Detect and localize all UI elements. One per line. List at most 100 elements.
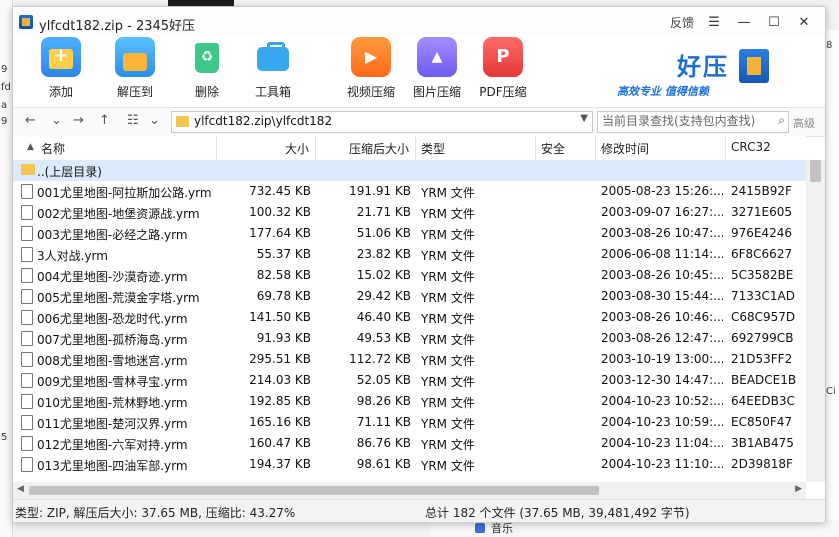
table-row[interactable]: 007尤里地图-孤桥海岛.yrm 91.93 KB 49.53 KB YRM 文件 20…	[13, 328, 806, 349]
file-size: 177.64 KB	[249, 226, 311, 240]
file-modified: 2003-12-30 14:47:...	[601, 373, 723, 387]
maximize-button[interactable]: ☐	[761, 13, 787, 33]
table-row[interactable]: 011尤里地图-楚河汉界.yrm 165.16 KB 71.11 KB YRM 文件 2…	[13, 412, 806, 433]
back-arrow-icon[interactable]: ←	[25, 113, 36, 128]
file-icon	[21, 415, 33, 430]
file-packed-size: 15.02 KB	[356, 268, 411, 282]
minimize-button[interactable]: —	[731, 13, 757, 33]
brand-name: 好压	[677, 53, 729, 81]
column-divider[interactable]	[415, 136, 416, 160]
table-row[interactable]: 001尤里地图-阿拉斯加公路.yrm 732.45 KB 191.91 KB YRM …	[13, 181, 806, 202]
image-compress-button[interactable]: 图片压缩	[407, 37, 467, 100]
toolbox-button[interactable]: 工具箱	[243, 37, 303, 100]
column-divider[interactable]	[535, 136, 536, 160]
music-icon	[475, 523, 485, 533]
add-button[interactable]: 添加	[31, 37, 91, 100]
file-type: YRM 文件	[421, 396, 475, 410]
search-icon[interactable]: ⌕	[778, 113, 785, 128]
file-name: 006尤里地图-恐龙时代.yrm	[37, 312, 188, 326]
search-input[interactable]	[598, 112, 766, 130]
current-path: ylfcdt182.zip\ylfcdt182	[194, 114, 333, 128]
video-compress-button[interactable]: 视频压缩	[341, 37, 401, 100]
title-bar[interactable]: ylfcdt182.zip - 2345好压 反馈 ☰ — ☐ ✕	[13, 7, 825, 37]
history-dropdown-icon[interactable]: ⌄	[51, 113, 62, 128]
column-divider[interactable]	[595, 136, 596, 160]
close-button[interactable]: ✕	[791, 13, 817, 33]
file-modified: 2004-10-23 10:52:...	[601, 394, 723, 408]
background-glyph: a	[1, 100, 8, 111]
background-glyph: Ci	[826, 386, 836, 397]
scroll-right-icon[interactable]: ▶	[795, 484, 802, 494]
horizontal-scrollbar[interactable]: ◀ ▶	[13, 482, 806, 499]
file-size: 55.37 KB	[256, 247, 311, 261]
taskbar-music-item[interactable]: 音乐	[475, 520, 513, 536]
file-name: 012尤里地图-六军对持.yrm	[37, 438, 188, 452]
horizontal-scroll-thumb[interactable]	[29, 486, 599, 495]
file-packed-size: 21.71 KB	[356, 205, 411, 219]
column-size[interactable]: 大小	[285, 140, 309, 157]
forward-arrow-icon[interactable]: →	[73, 113, 84, 128]
file-packed-size: 86.76 KB	[356, 436, 411, 450]
delete-icon	[187, 37, 227, 77]
path-dropdown-icon[interactable]: ▼	[580, 113, 588, 124]
file-type: YRM 文件	[421, 312, 475, 326]
vertical-scroll-thumb[interactable]	[810, 160, 821, 182]
status-bar: 类型: ZIP, 解压后大小: 37.65 MB, 压缩比: 43.27% 总计…	[13, 499, 825, 522]
parent-directory-row[interactable]: ..(上层目录)	[13, 160, 806, 181]
file-size: 91.93 KB	[256, 331, 311, 345]
menu-icon[interactable]: ☰	[701, 13, 727, 33]
column-name[interactable]: 名称	[41, 140, 65, 157]
file-type: YRM 文件	[421, 186, 475, 200]
file-list: ▲ 名称 大小 压缩后大小 类型 安全 修改时间 CRC32 ..(上层目录) …	[13, 136, 806, 482]
file-type: YRM 文件	[421, 228, 475, 242]
column-divider[interactable]	[315, 136, 316, 160]
file-packed-size: 51.06 KB	[356, 226, 411, 240]
table-row[interactable]: 008尤里地图-雪地迷宫.yrm 295.51 KB 112.72 KB YRM 文件…	[13, 349, 806, 370]
file-icon	[21, 394, 33, 409]
table-row[interactable]: 012尤里地图-六军对持.yrm 160.47 KB 86.76 KB YRM 文件 2…	[13, 433, 806, 454]
column-security[interactable]: 安全	[541, 140, 565, 157]
file-crc32: BEADCE1B	[731, 373, 797, 387]
column-type[interactable]: 类型	[421, 140, 445, 157]
column-crc32[interactable]: CRC32	[731, 140, 771, 154]
table-row[interactable]: 004尤里地图-沙漠奇迹.yrm 82.58 KB 15.02 KB YRM 文件 20…	[13, 265, 806, 286]
table-row[interactable]: 3人对战.yrm 55.37 KB 23.82 KB YRM 文件 2006-06-08…	[13, 244, 806, 265]
file-size: 82.58 KB	[256, 268, 311, 282]
folder-icon	[176, 116, 189, 127]
image-compress-icon	[417, 37, 457, 77]
archive-info: 类型: ZIP, 解压后大小: 37.65 MB, 压缩比: 43.27%	[15, 506, 296, 520]
background-glyph: 9	[1, 116, 8, 127]
file-size: 194.37 KB	[249, 457, 311, 471]
folder-up-icon	[21, 164, 35, 175]
view-mode-dropdown-icon[interactable]: ⌄	[149, 113, 160, 128]
table-row[interactable]: 006尤里地图-恐龙时代.yrm 141.50 KB 46.40 KB YRM 文件 2…	[13, 307, 806, 328]
path-field[interactable]: ylfcdt182.zip\ylfcdt182 ▼	[171, 111, 593, 133]
extract-to-button[interactable]: 解压到	[105, 37, 165, 100]
delete-button[interactable]: 删除	[177, 37, 237, 100]
background-right-panel: 8 Ci	[824, 30, 839, 520]
table-row[interactable]: 002尤里地图-地堡资源战.yrm 100.32 KB 21.71 KB YRM 文件…	[13, 202, 806, 223]
file-icon	[21, 247, 33, 262]
vertical-scrollbar[interactable]	[806, 160, 825, 482]
table-row[interactable]: 003尤里地图-必经之路.yrm 177.64 KB 51.06 KB YRM 文件 2…	[13, 223, 806, 244]
view-mode-icon[interactable]: ☷	[127, 113, 139, 128]
feedback-button[interactable]: 反馈	[667, 13, 697, 33]
table-row[interactable]: 013尤里地图-四油军部.yrm 194.37 KB 98.61 KB YRM 文件 2…	[13, 454, 806, 475]
file-icon	[21, 205, 33, 220]
file-modified: 2003-08-26 12:47:...	[601, 331, 723, 345]
file-type: YRM 文件	[421, 207, 475, 221]
advanced-search-button[interactable]: 高级	[793, 115, 815, 131]
table-row[interactable]: 010尤里地图-荒林野地.yrm 192.85 KB 98.26 KB YRM 文件 2…	[13, 391, 806, 412]
scroll-left-icon[interactable]: ◀	[17, 484, 24, 494]
column-packed-size[interactable]: 压缩后大小	[349, 140, 409, 157]
file-packed-size: 191.91 KB	[349, 184, 411, 198]
column-modified[interactable]: 修改时间	[601, 140, 649, 157]
pdf-compress-button[interactable]: PDF压缩	[473, 37, 533, 100]
up-arrow-icon[interactable]: ↑	[99, 113, 110, 128]
table-row[interactable]: 009尤里地图-雪林寻宝.yrm 214.03 KB 52.05 KB YRM 文件 2…	[13, 370, 806, 391]
file-crc32: 976E4246	[731, 226, 793, 240]
column-divider[interactable]	[725, 136, 726, 160]
table-row[interactable]: 005尤里地图-荒漠金字塔.yrm 69.78 KB 29.42 KB YRM 文件 2…	[13, 286, 806, 307]
column-divider[interactable]	[216, 136, 217, 160]
file-packed-size: 52.05 KB	[356, 373, 411, 387]
